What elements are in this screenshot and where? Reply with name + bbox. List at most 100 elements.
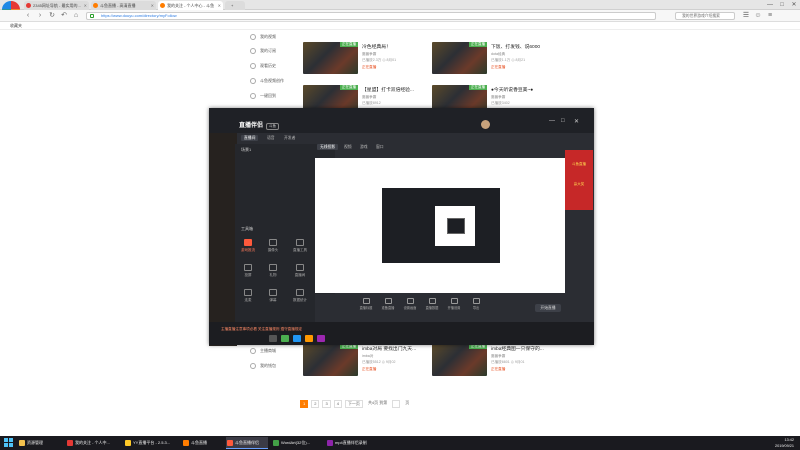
close-icon[interactable]: ✕ [574,118,579,125]
taskbar-item-companion[interactable]: 斗鱼直播伴侣 [226,437,268,449]
sidebar-item-history[interactable]: 观看历史 [250,61,295,71]
card-title[interactable]: 【星盟】打卡双倍经验... [362,86,422,93]
card-title[interactable]: 下饭、打发钱、说6000 [491,43,551,50]
minimize-button[interactable]: — [764,0,776,10]
tab-developer[interactable]: 开发者 [281,135,298,141]
taskbar-item-recorder[interactable]: mp4直播伴侣录制 [326,437,378,449]
tool-camera[interactable]: 摄像头 [263,239,283,257]
card-title[interactable]: imba对局 要找出门九天... [362,345,422,352]
scene-tab-video[interactable]: 视频 [341,144,355,150]
tool-game-stream[interactable]: 游戏推流 [238,239,258,257]
tab-douyu-live[interactable]: 斗鱼直播 - 高清直播 ✕ [91,1,156,10]
tool-live-tools[interactable]: 直播工具 [290,239,310,257]
video-thumbnail[interactable]: 正在直播 [432,344,487,376]
video-card[interactable]: 正在直播 冷色经典局！ 魔兽争霸 已播放2.3万 ◎ 8月01 正在直播 [303,42,423,74]
settings-tool[interactable]: 开播设置 [445,298,463,310]
close-icon[interactable]: ✕ [218,1,221,10]
sidebar-item-create[interactable]: 斗鱼视频创作 [250,76,295,86]
scene-tab-window[interactable]: 窗口 [373,144,387,150]
tab-live-room[interactable]: 直播间 [241,135,259,141]
video-thumbnail[interactable]: 正在直播 [303,344,358,376]
title-tool[interactable]: 直播标题 [357,298,375,310]
start-live-button[interactable]: 开始直播 [535,304,561,312]
promo-banner[interactable]: 斗鱼直播 赢大奖 [565,150,593,210]
taskbar-item-explorer[interactable]: 资源管理 [18,437,60,449]
search-input[interactable]: 我的世界游戏介绍搜索 [675,12,735,20]
card-title[interactable]: imba经典图一只保守的... [491,345,551,352]
status-icon[interactable] [293,335,301,342]
menu-icon[interactable]: ≡ [766,11,774,20]
video-thumbnail[interactable]: 正在直播 [432,42,487,74]
sidebar-item-subscribe[interactable]: 我的订阅 [250,46,295,56]
sidebar-item-wallet[interactable]: 我的钱包 [250,361,295,371]
taskbar-item-browser[interactable]: 我的关注 - 个人中... [66,437,120,449]
video-card[interactable]: 正在直播 imba经典图一只保守的... 魔兽争霸 已播放6601 ◎ 9月01… [432,344,552,376]
user-icon[interactable]: ☺ [754,11,762,20]
tool-label: 礼物 [269,273,277,277]
extensions-icon[interactable]: ☰ [742,11,750,20]
scene-tab-game[interactable]: 游戏 [357,144,371,150]
settings-icon [450,298,458,304]
tab-voice[interactable]: 语音 [264,135,278,141]
tool-room[interactable]: 直播间 [290,264,310,282]
taskbar-item-yy[interactable]: YY直播平台 - 2.5.3... [124,437,178,449]
taskbar-label: WordArt(32位)... [281,440,311,445]
tool-cast[interactable]: 投屏 [238,264,258,282]
status-icon[interactable] [281,335,289,342]
avatar[interactable] [481,120,490,129]
card-title[interactable]: ●今天听说香豆美~● [491,86,551,93]
sidebar-item-videos[interactable]: 我的视频 [250,32,295,42]
minimize-icon[interactable]: — [549,118,555,124]
video-card[interactable]: 正在直播 下饭、打发钱、说6000 dota经典 已播放1.1万 ◎ 8月21 … [432,42,552,74]
ready-tool[interactable]: 准备直播 [379,298,397,310]
undo-icon[interactable]: ↶ [60,11,68,20]
refresh-icon[interactable]: ↻ [48,11,56,20]
close-icon[interactable]: ✕ [151,1,154,10]
status-icon[interactable] [317,335,325,342]
taskbar-item-douyu[interactable]: 斗鱼直播 [182,437,222,449]
taskbar-item-wordart[interactable]: WordArt(32位)... [272,437,322,449]
maximize-button[interactable]: □ [776,0,788,10]
tool-label: 开播设置 [447,306,461,310]
page-3-button[interactable]: 3 [322,400,331,408]
address-bar[interactable]: https://www.douyu.com/directory/myFollow [86,12,656,20]
page-2-button[interactable]: 2 [311,400,320,408]
card-status: 正在直播 [362,367,377,371]
status-icon[interactable] [305,335,313,342]
new-tab-button[interactable]: + [225,1,245,10]
tool-chat[interactable]: 弹幕 [263,289,283,307]
tab-2345[interactable]: 2345网址导航 - 最实用的... ✕ [24,1,89,10]
next-page-button[interactable]: 下一页 [344,400,363,408]
app-status-bar: 主播直播注意事项必看 关注直播规则 遵守直播规定 [209,322,594,345]
export-tool[interactable]: 导出 [467,298,485,310]
screen-tool[interactable]: 设置画面 [401,298,419,310]
forward-icon[interactable]: › [36,11,44,20]
close-icon[interactable]: ✕ [84,1,87,10]
tool-gift[interactable]: 礼物 [263,264,283,282]
scene-label[interactable]: 场景1 [241,147,251,153]
video-thumbnail[interactable]: 正在直播 [303,42,358,74]
maximize-icon[interactable]: □ [561,118,565,124]
page-1-button[interactable]: 1 [300,400,309,408]
tool-stats[interactable]: 数据统计 [290,289,310,307]
card-title[interactable]: 冷色经典局！ [362,43,422,50]
data-tool[interactable]: 直播数据 [423,298,441,310]
scene-tab-wireless[interactable]: 无线投影 [317,144,339,150]
bookmark-folder-label[interactable]: 收藏夹 [10,23,22,28]
close-window-button[interactable]: ✕ [788,0,800,10]
card-category: dota经典 [491,52,506,56]
status-icon[interactable] [269,335,277,342]
video-card[interactable]: 正在直播 imba对局 要找出门九天... imba对 已播放5512 ◎ 9月… [303,344,423,376]
page-4-button[interactable]: 4 [333,400,342,408]
sidebar-item-shop[interactable]: 主播商城 [250,346,295,356]
tool-mic[interactable]: 连麦 [238,289,258,307]
stream-preview[interactable] [315,158,565,293]
tab-my-follow[interactable]: 我的关注 - 个人中心 - 斗鱼 ✕ [158,1,223,10]
system-clock[interactable]: 13:42 2019/09/21 [775,437,794,449]
page-jump-input[interactable] [392,400,401,408]
start-button[interactable] [4,438,13,447]
back-icon[interactable]: ‹ [24,11,32,20]
home-icon[interactable]: ⌂ [72,11,80,20]
sidebar-item-back[interactable]: 一键回到 [250,91,295,101]
room-icon [296,264,304,271]
